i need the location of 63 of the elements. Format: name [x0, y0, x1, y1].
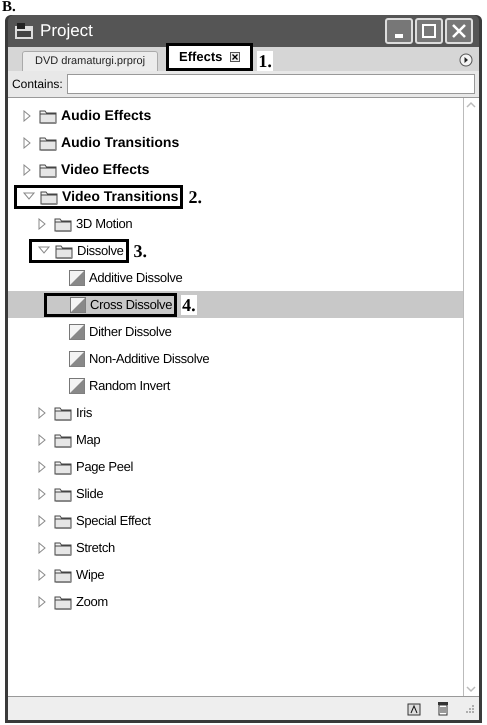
- tree-item-label: Wipe: [76, 566, 104, 584]
- close-tab-icon[interactable]: [230, 52, 240, 62]
- callout-number: 1.: [257, 51, 273, 71]
- tree-row[interactable]: Dissolve 3.: [8, 237, 463, 264]
- new-bin-icon[interactable]: [407, 702, 421, 716]
- tree-row[interactable]: Audio Effects: [8, 102, 463, 129]
- collapse-triangle-icon[interactable]: [38, 244, 50, 256]
- transition-icon: [69, 324, 85, 340]
- tree-row[interactable]: Stretch: [8, 534, 463, 561]
- transition-icon: [70, 296, 86, 312]
- resize-grip-icon[interactable]: [465, 704, 475, 714]
- collapse-triangle-icon[interactable]: [23, 190, 35, 202]
- search-field[interactable]: [66, 74, 475, 94]
- minimize-icon: [395, 34, 403, 38]
- tree-item-label: Stretch: [76, 538, 115, 557]
- maximize-icon: [422, 24, 436, 38]
- tree-item-label: Video Transitions: [62, 187, 178, 206]
- tree-item-label: Map: [76, 430, 100, 449]
- tree-row[interactable]: Random Invert: [8, 372, 463, 399]
- tree-row[interactable]: Video Transitions 2.: [8, 183, 463, 210]
- trash-icon[interactable]: [437, 701, 449, 716]
- tree-row[interactable]: Slide: [8, 480, 463, 507]
- tree-row[interactable]: Dither Dissolve: [8, 318, 463, 345]
- tree-item-label: Page Peel: [76, 458, 134, 476]
- search-label: Contains:: [12, 76, 63, 93]
- panel-menu-icon[interactable]: [459, 53, 473, 67]
- tree-item-label: Special Effect: [76, 512, 151, 530]
- transition-icon: [69, 378, 85, 394]
- tab[interactable]: DVD dramaturgi.prproj: [22, 51, 158, 71]
- callout-number: 4.: [181, 294, 197, 314]
- tree-item-label: Slide: [76, 484, 104, 503]
- tree-item-label: Iris: [76, 404, 92, 422]
- tree-row[interactable]: 3D Motion: [8, 210, 463, 237]
- minimize-button[interactable]: [385, 18, 413, 44]
- tree-item-label: Zoom: [76, 592, 108, 611]
- selected-tree-row[interactable]: Cross Dissolve 4.: [8, 291, 463, 318]
- tree-item-label: Cross Dissolve: [90, 296, 172, 314]
- window-title: Project: [40, 20, 94, 42]
- tree-row[interactable]: Wipe: [8, 561, 463, 588]
- transition-icon: [69, 270, 85, 286]
- close-button[interactable]: [445, 18, 473, 44]
- tree-item-label: Non-Additive Dissolve: [89, 350, 210, 368]
- tree-row[interactable]: Additive Dissolve: [8, 264, 463, 291]
- tree-item-label: Video Effects: [61, 160, 150, 179]
- tree-row[interactable]: Zoom: [8, 588, 463, 615]
- transition-icon: [69, 350, 85, 366]
- tree-item-label: Dissolve: [77, 242, 124, 260]
- tree-row[interactable]: Page Peel: [8, 453, 463, 480]
- close-icon: [451, 23, 467, 39]
- tree-item-label: Dither Dissolve: [89, 322, 172, 341]
- maximize-button[interactable]: [415, 18, 443, 44]
- tree-row[interactable]: Audio Transitions: [8, 129, 463, 156]
- tree-item-label: Audio Transitions: [61, 133, 180, 152]
- tree-row[interactable]: Video Effects: [8, 156, 463, 183]
- tree-item-label: Additive Dissolve: [89, 268, 182, 287]
- tree-row[interactable]: Non-Additive Dissolve: [8, 345, 463, 372]
- tree-item-label: 3D Motion: [76, 214, 132, 233]
- tree-item-label: Random Invert: [89, 376, 170, 395]
- tree-row[interactable]: Iris: [8, 399, 463, 426]
- tree-row[interactable]: Special Effect: [8, 507, 463, 534]
- figure-label: B.: [2, 0, 16, 15]
- tree-row[interactable]: Map: [8, 426, 463, 453]
- tree-item-label: Audio Effects: [61, 106, 152, 125]
